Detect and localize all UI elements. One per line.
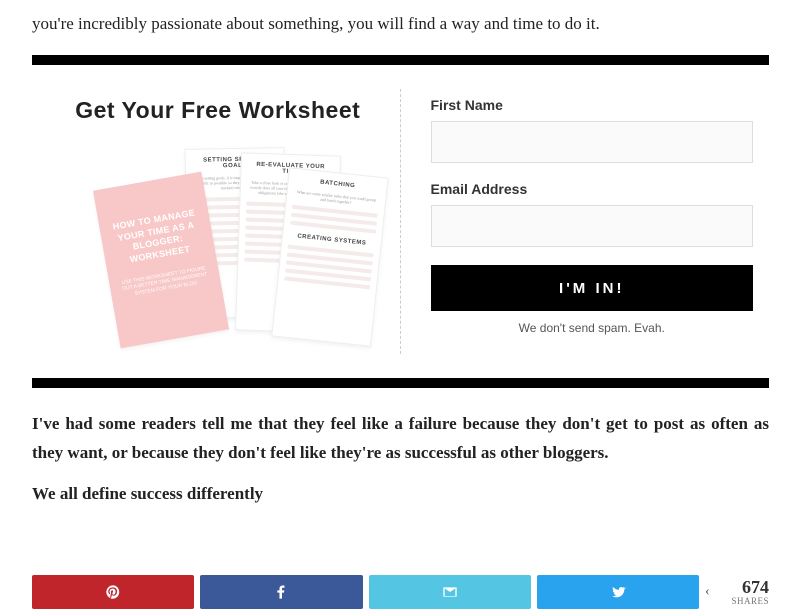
page3-lines-b [284,245,373,290]
page3-lines-a [290,205,378,234]
share-bar: ‹ 674 SHARES [0,575,801,615]
cover-subtitle: USE THIS WORKSHEET TO FIGURE OUT A BETTE… [119,265,211,300]
divider-bar-bottom [32,378,769,388]
optin-visual-column: Get Your Free Worksheet SETTING SPECIFIC… [32,89,401,354]
email-label: Email Address [431,181,754,197]
optin-container: Get Your Free Worksheet SETTING SPECIFIC… [32,65,769,378]
first-name-field[interactable] [431,121,754,163]
twitter-icon [610,584,626,600]
pinterest-icon [105,584,121,600]
body-paragraph: I've had some readers tell me that they … [32,388,769,484]
email-share-button[interactable] [369,575,531,609]
share-count-label: SHARES [731,596,769,606]
spam-disclaimer: We don't send spam. Evah. [431,321,754,335]
optin-heading: Get Your Free Worksheet [56,97,380,124]
share-count: ‹ 674 SHARES [705,575,769,609]
cutoff-paragraph: We all define success differently [32,484,769,508]
divider-bar-top [32,55,769,65]
optin-form-column: First Name Email Address I'M IN! We don'… [401,89,770,354]
page3-blurb-a: What are some similar tasks that you cou… [293,189,380,208]
chevron-left-icon: ‹ [705,584,710,600]
twitter-share-button[interactable] [537,575,699,609]
facebook-icon [273,584,289,600]
email-field[interactable] [431,205,754,247]
share-count-number: 674 [742,578,769,596]
cover-title: HOW TO MANAGE YOUR TIME AS A BLOGGER: WO… [108,207,205,269]
first-name-label: First Name [431,97,754,113]
worksheet-illustration: SETTING SPECIFIC GOALS When setting goal… [78,144,358,354]
pinterest-share-button[interactable] [32,575,194,609]
email-icon [442,584,458,600]
submit-button[interactable]: I'M IN! [431,265,754,311]
intro-paragraph: you're incredibly passionate about somet… [32,0,769,55]
worksheet-page-3: BATCHING What are some similar tasks tha… [271,167,388,347]
facebook-share-button[interactable] [200,575,362,609]
